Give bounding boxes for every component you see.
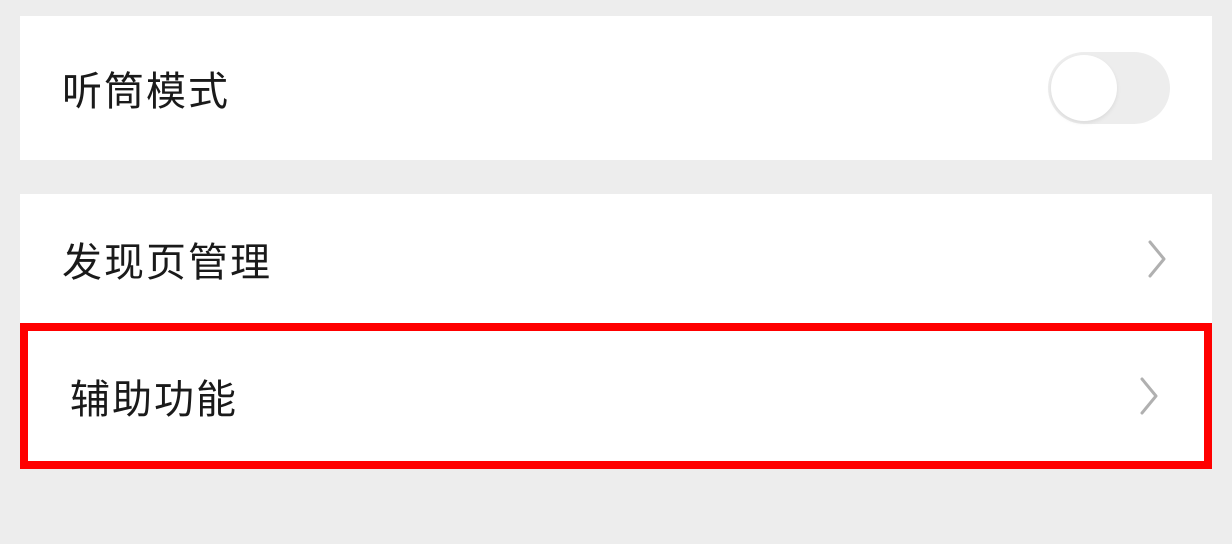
accessibility-row[interactable]: 辅助功能 (28, 331, 1204, 461)
section-general: 发现页管理 辅助功能 (20, 194, 1212, 469)
chevron-right-icon (1146, 238, 1170, 280)
discover-page-label: 发现页管理 (62, 230, 272, 288)
section-audio: 听筒模式 (20, 16, 1212, 160)
chevron-right-icon (1138, 375, 1162, 417)
settings-container: 听筒模式 发现页管理 辅助功能 (0, 0, 1232, 519)
toggle-thumb (1051, 55, 1117, 121)
accessibility-highlight: 辅助功能 (20, 323, 1212, 469)
earpiece-mode-label: 听筒模式 (62, 59, 230, 117)
accessibility-label: 辅助功能 (70, 367, 238, 425)
earpiece-mode-toggle[interactable] (1048, 52, 1170, 124)
earpiece-mode-row[interactable]: 听筒模式 (20, 16, 1212, 160)
discover-page-row[interactable]: 发现页管理 (20, 194, 1212, 324)
